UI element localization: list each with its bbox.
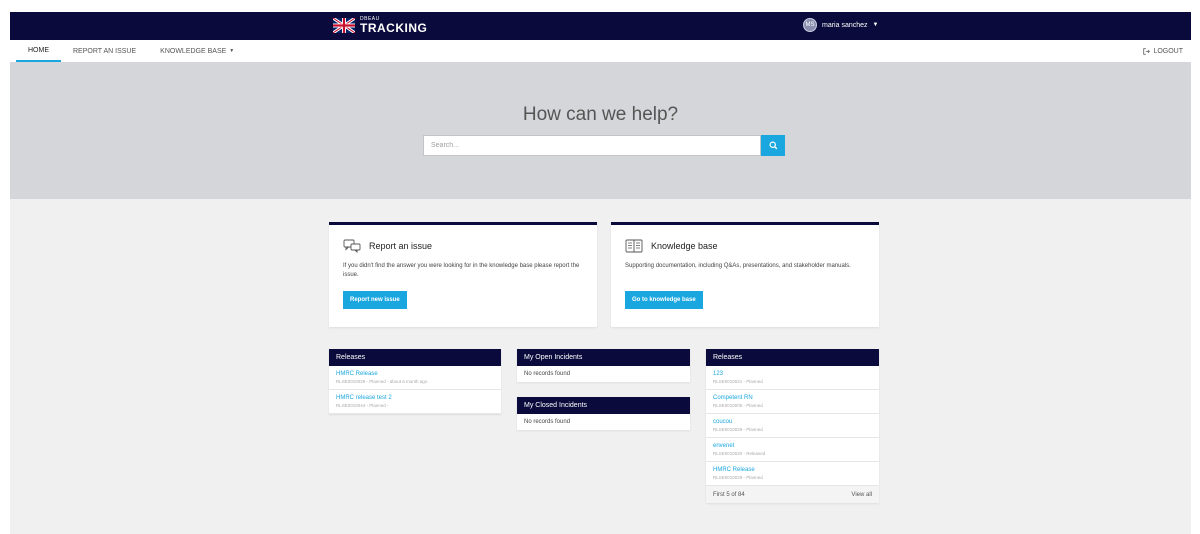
release-meta: RLSE0010021 - Planned [713, 379, 763, 384]
union-flag-icon [333, 18, 355, 33]
chevron-down-icon: ▼ [229, 48, 235, 54]
card-description: Supporting documentation, including Q&As… [625, 263, 851, 269]
release-meta: RLSE0010026 - Planned [713, 427, 763, 432]
closed-incidents-panel: My Closed Incidents No records found [517, 397, 690, 430]
release-link[interactable]: coucou [713, 419, 872, 425]
view-all-link[interactable]: View all [851, 492, 872, 498]
chevron-down-icon: ▼ [872, 22, 879, 28]
list-item[interactable]: HMRC Release RLSE0010029 - Planned - abo… [329, 366, 501, 390]
card-description: If you didn't find the answer you were l… [343, 263, 580, 279]
release-link[interactable]: Competent RN [713, 395, 872, 401]
release-meta: RLSE0010044 - Planned - [336, 403, 389, 408]
release-meta: RLSE0010029 - Planned - about a month ag… [336, 379, 428, 384]
report-issue-card: Report an issue If you didn't find the a… [329, 222, 597, 327]
hero-title: How can we help? [522, 104, 679, 125]
search-bar [423, 135, 785, 156]
nav-item-home[interactable]: HOME [16, 40, 61, 62]
hero-section: How can we help? [10, 62, 1191, 199]
nav-item-label: KNOWLEDGE BASE [160, 47, 227, 55]
list-item[interactable]: envenet RLSE0010020 - Released [706, 438, 879, 462]
list-item[interactable]: Competent RN RLSE0010005 - Planned [706, 390, 879, 414]
avatar: MS [803, 18, 817, 32]
release-link[interactable]: HMRC Release [336, 371, 494, 377]
app-frame: DBEAU TRACKING MS maria sanchez ▼ HOME R… [10, 12, 1191, 534]
main-nav: HOME REPORT AN ISSUE KNOWLEDGE BASE ▼ LO… [10, 40, 1191, 62]
release-meta: RLSE0010005 - Planned [713, 403, 763, 408]
releases-panel-left: Releases HMRC Release RLSE0010029 - Plan… [329, 349, 501, 414]
release-link[interactable]: 123 [713, 371, 872, 377]
search-button[interactable] [761, 135, 785, 156]
logout-icon [1143, 47, 1151, 55]
list-item[interactable]: coucou RLSE0010026 - Planned [706, 414, 879, 438]
brand-name: TRACKING [360, 21, 428, 35]
panel-footer: First 5 of 84 View all [706, 486, 879, 503]
release-meta: RLSE0010029 - Planned [713, 475, 763, 480]
release-meta: RLSE0010020 - Released [713, 451, 766, 456]
nav-item-label: HOME [28, 46, 49, 54]
top-bar: DBEAU TRACKING MS maria sanchez ▼ [10, 12, 1191, 40]
releases-panel-right: Releases 123 RLSE0010021 - Planned Compe… [706, 349, 879, 503]
list-item[interactable]: HMRC Release RLSE0010029 - Planned [706, 462, 879, 486]
book-icon [625, 239, 643, 253]
panel-title: Releases [706, 349, 879, 366]
nav-item-report-issue[interactable]: REPORT AN ISSUE [61, 40, 148, 62]
brand-logo[interactable]: DBEAU TRACKING [333, 17, 427, 34]
card-title: Knowledge base [651, 241, 718, 251]
user-name: maria sanchez [822, 21, 868, 29]
panel-title: My Open Incidents [517, 349, 690, 366]
report-new-issue-button[interactable]: Report new issue [343, 291, 407, 309]
user-menu[interactable]: MS maria sanchez ▼ [803, 18, 878, 32]
list-item[interactable]: 123 RLSE0010021 - Planned [706, 366, 879, 390]
empty-message: No records found [524, 419, 571, 425]
release-link[interactable]: HMRC release test 2 [336, 395, 494, 401]
search-icon [769, 141, 777, 150]
nav-item-knowledge-base[interactable]: KNOWLEDGE BASE ▼ [148, 40, 246, 62]
nav-item-label: REPORT AN ISSUE [73, 47, 137, 55]
release-link[interactable]: envenet [713, 443, 872, 449]
release-link[interactable]: HMRC Release [713, 467, 872, 473]
chat-bubbles-icon [343, 239, 361, 253]
go-to-knowledge-base-button[interactable]: Go to knowledge base [625, 291, 703, 309]
card-title: Report an issue [369, 241, 433, 251]
record-count: First 5 of 84 [713, 491, 745, 498]
panel-title: My Closed Incidents [517, 397, 690, 414]
panel-title: Releases [329, 349, 501, 366]
empty-message: No records found [524, 371, 571, 377]
logout-link[interactable]: LOGOUT [1143, 40, 1183, 62]
search-input[interactable] [423, 135, 761, 156]
logout-label: LOGOUT [1153, 47, 1183, 55]
list-item[interactable]: HMRC release test 2 RLSE0010044 - Planne… [329, 390, 501, 414]
knowledge-base-card: Knowledge base Supporting documentation,… [611, 222, 879, 327]
open-incidents-panel: My Open Incidents No records found [517, 349, 690, 382]
